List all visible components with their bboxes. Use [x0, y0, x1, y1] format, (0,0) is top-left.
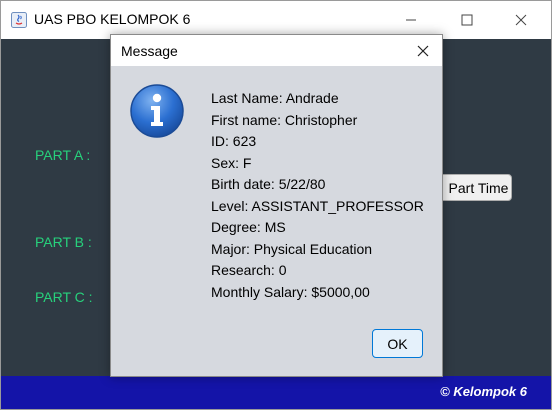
- message-line: Sex: F: [211, 154, 252, 171]
- footer-bar: © Kelompok 6: [1, 376, 551, 409]
- message-line: Birth date: 5/22/80: [211, 176, 326, 192]
- dialog-titlebar[interactable]: Message: [111, 35, 442, 66]
- window-close-button[interactable]: [501, 7, 541, 33]
- part-c-label: PART C :: [35, 289, 93, 305]
- dialog-close-button[interactable]: [413, 41, 433, 61]
- message-line: Monthly Salary: $5000,00: [211, 283, 370, 300]
- window-title: UAS PBO KELOMPOK 6: [34, 11, 191, 27]
- close-icon: [417, 45, 429, 57]
- part-a-label: PART A :: [35, 147, 91, 163]
- message-line: Degree: MS: [211, 219, 286, 235]
- message-text: Last Name: Andrade First name: Christoph…: [211, 88, 424, 303]
- message-line: Major: Physical Education: [211, 240, 373, 257]
- message-line: Research: 0: [211, 262, 287, 278]
- minimize-button[interactable]: [391, 7, 431, 33]
- close-icon: [515, 14, 527, 26]
- footer-credit: © Kelompok 6: [440, 384, 527, 399]
- part-b-label: PART B :: [35, 234, 92, 250]
- message-dialog: Message Last Name: Andrade First name: C…: [110, 34, 443, 377]
- java-app-icon: [11, 12, 27, 28]
- message-line: First name: Christopher: [211, 111, 358, 128]
- message-line: ID: 623: [211, 133, 257, 149]
- maximize-icon: [461, 14, 473, 26]
- info-icon: [130, 84, 184, 138]
- ok-button-label: OK: [387, 335, 408, 352]
- minimize-icon: [406, 19, 416, 21]
- maximize-button[interactable]: [447, 7, 487, 33]
- dialog-title: Message: [121, 43, 178, 59]
- message-line: Last Name: Andrade: [211, 90, 339, 106]
- part-time-button[interactable]: Part Time: [431, 174, 512, 201]
- message-line: Level: ASSISTANT_PROFESSOR: [211, 197, 424, 214]
- ok-button[interactable]: OK: [372, 329, 423, 358]
- part-time-button-label: Part Time: [448, 179, 509, 196]
